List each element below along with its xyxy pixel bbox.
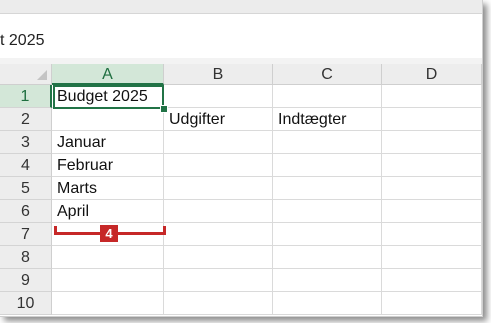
- annotation-badge: 4: [100, 225, 118, 242]
- cell-c5[interactable]: [273, 177, 382, 200]
- cell-d10[interactable]: [382, 292, 482, 315]
- cell-c9[interactable]: [273, 269, 382, 292]
- cell-d5[interactable]: [382, 177, 482, 200]
- cell-a5[interactable]: Marts: [52, 177, 164, 200]
- cell-b8[interactable]: [164, 246, 273, 269]
- cell-b2[interactable]: Udgifter: [164, 108, 273, 131]
- cell-d6[interactable]: [382, 200, 482, 223]
- row-header-1[interactable]: 1: [0, 85, 52, 108]
- cell-c8[interactable]: [273, 246, 382, 269]
- cell-a1[interactable]: Budget 2025: [52, 85, 164, 108]
- formula-bar-text[interactable]: t 2025: [0, 32, 44, 50]
- row-header-2[interactable]: 2: [0, 108, 52, 131]
- cell-a10[interactable]: [52, 292, 164, 315]
- row-header-5[interactable]: 5: [0, 177, 52, 200]
- cell-b1[interactable]: [164, 85, 273, 108]
- select-all-icon: [37, 70, 47, 80]
- cell-c6[interactable]: [273, 200, 382, 223]
- row-header-3[interactable]: 3: [0, 131, 52, 154]
- row-header-6[interactable]: 6: [0, 200, 52, 223]
- column-header-c[interactable]: C: [273, 64, 382, 85]
- cell-c4[interactable]: [273, 154, 382, 177]
- cell-b10[interactable]: [164, 292, 273, 315]
- column-header-d[interactable]: D: [382, 64, 482, 85]
- select-all-corner[interactable]: [0, 64, 52, 85]
- column-header-b[interactable]: B: [164, 64, 273, 85]
- cell-c1[interactable]: [273, 85, 382, 108]
- cell-d1[interactable]: [382, 85, 482, 108]
- fill-handle[interactable]: [160, 105, 168, 113]
- cell-a3[interactable]: Januar: [52, 131, 164, 154]
- row-header-4[interactable]: 4: [0, 154, 52, 177]
- column-header-a[interactable]: A: [52, 64, 164, 85]
- title-strip: [0, 0, 482, 14]
- cell-d2[interactable]: [382, 108, 482, 131]
- cell-b7[interactable]: [164, 223, 273, 246]
- cell-a4[interactable]: Februar: [52, 154, 164, 177]
- row-header-10[interactable]: 10: [0, 292, 52, 315]
- row-header-9[interactable]: 9: [0, 269, 52, 292]
- cell-b5[interactable]: [164, 177, 273, 200]
- cell-d4[interactable]: [382, 154, 482, 177]
- cell-b9[interactable]: [164, 269, 273, 292]
- row-header-8[interactable]: 8: [0, 246, 52, 269]
- cell-c3[interactable]: [273, 131, 382, 154]
- cell-a8[interactable]: [52, 246, 164, 269]
- cell-a2[interactable]: [52, 108, 164, 131]
- cell-b6[interactable]: [164, 200, 273, 223]
- cell-a6[interactable]: April: [52, 200, 164, 223]
- cell-b3[interactable]: [164, 131, 273, 154]
- cell-d9[interactable]: [382, 269, 482, 292]
- cell-c2[interactable]: Indtægter: [273, 108, 382, 131]
- cell-c10[interactable]: [273, 292, 382, 315]
- cell-d8[interactable]: [382, 246, 482, 269]
- spreadsheet-window: t 2025 A B C D 1 2 3 4 5 6 7 8 9 10 Budg…: [0, 0, 483, 317]
- cell-d3[interactable]: [382, 131, 482, 154]
- cell-a9[interactable]: [52, 269, 164, 292]
- cell-c7[interactable]: [273, 223, 382, 246]
- cell-b4[interactable]: [164, 154, 273, 177]
- cell-d7[interactable]: [382, 223, 482, 246]
- row-header-7[interactable]: 7: [0, 223, 52, 246]
- formula-bar[interactable]: t 2025: [0, 14, 482, 59]
